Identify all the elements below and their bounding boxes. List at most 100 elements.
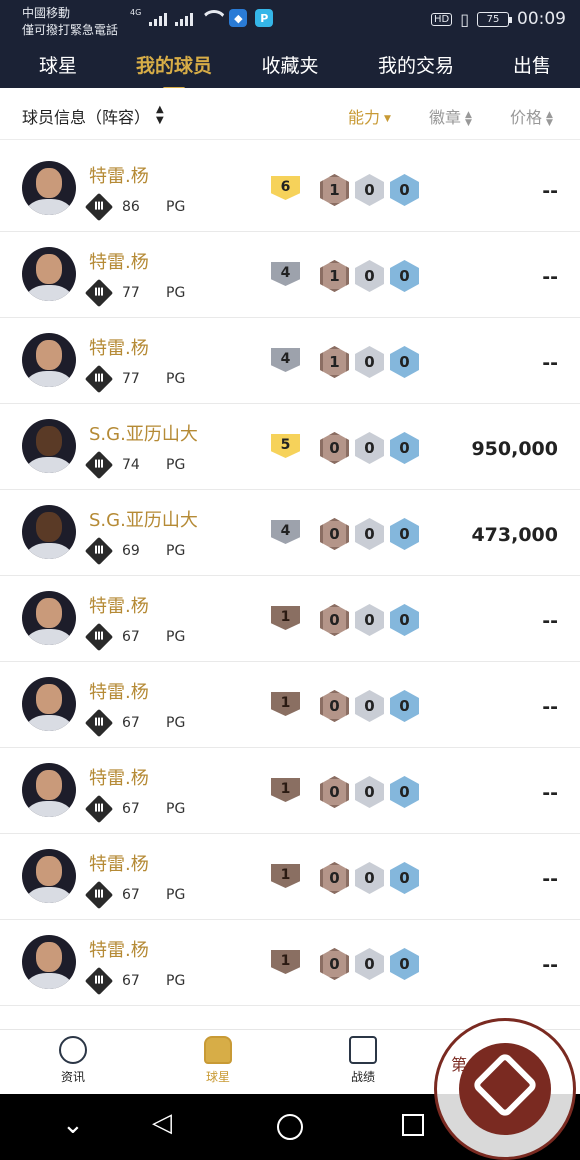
recents-icon[interactable] <box>402 1114 424 1136</box>
rating-icon <box>84 708 114 738</box>
sort-badge[interactable]: 徽章 ▲ ▼ <box>429 104 472 128</box>
gold-badge-count: 0 <box>390 776 419 808</box>
player-price: 950,000 <box>471 438 558 460</box>
sort-toggle-icon: ▲ ▼ <box>546 109 553 128</box>
nav-records[interactable]: 战绩 <box>333 1036 393 1085</box>
silver-badge-count: 0 <box>355 260 384 292</box>
sort-price[interactable]: 价格 ▲ ▼ <box>510 104 553 128</box>
player-row[interactable]: 特雷.杨 77 PG 4 1 0 0 -- <box>0 232 580 318</box>
player-avatar <box>22 333 76 387</box>
tab-my-players[interactable]: 我的球员 <box>116 51 232 90</box>
player-name: 特雷.杨 <box>89 596 149 617</box>
player-position: PG <box>166 715 186 731</box>
player-avatar <box>22 161 76 215</box>
top-tab-bar: 球星 我的球员 收藏夹 我的交易 出售 <box>0 40 580 90</box>
wifi-icon <box>201 10 221 26</box>
jersey-icon <box>204 1036 232 1064</box>
player-overall: 69 <box>122 543 140 559</box>
sort-price-label: 价格 <box>510 108 543 127</box>
player-row[interactable]: 特雷.杨 67 PG 1 0 0 0 -- <box>0 920 580 1006</box>
player-row[interactable]: 特雷.杨 67 PG 1 0 0 0 -- <box>0 576 580 662</box>
bronze-badge-count: 0 <box>320 690 349 722</box>
player-position: PG <box>166 801 186 817</box>
sort-toggle-icon: ▲ ▼ <box>465 109 472 128</box>
player-row[interactable]: S.G.亚历山大 74 PG 5 0 0 0 950,000 <box>0 404 580 490</box>
back-icon[interactable]: ◁ <box>152 1108 172 1138</box>
nav-stars[interactable]: 球星 <box>188 1036 248 1085</box>
player-position: PG <box>166 887 186 903</box>
home-icon[interactable] <box>277 1114 303 1140</box>
tab-my-trades[interactable]: 我的交易 <box>348 51 484 78</box>
hoop-icon <box>349 1036 377 1064</box>
bronze-badge-count: 0 <box>320 776 349 808</box>
silver-badge-count: 0 <box>355 518 384 550</box>
bronze-badge-count: 0 <box>320 948 349 980</box>
player-row[interactable]: 特雷.杨 86 PG 6 1 0 0 -- <box>0 146 580 232</box>
collapse-icon[interactable]: ⌄ <box>62 1110 84 1140</box>
silver-badge-count: 0 <box>355 948 384 980</box>
clock: 00:09 <box>517 9 566 29</box>
signal-icon <box>149 10 168 26</box>
nav-news[interactable]: 资讯 <box>43 1036 103 1085</box>
player-overall: 77 <box>122 371 140 387</box>
player-avatar <box>22 591 76 645</box>
rating-icon <box>84 364 114 394</box>
battery-icon: 75 <box>477 11 512 27</box>
level-badge: 1 <box>271 950 300 974</box>
player-avatar <box>22 505 76 559</box>
player-position: PG <box>166 543 186 559</box>
player-name: 特雷.杨 <box>89 166 149 187</box>
hd-icon: HD <box>430 12 453 26</box>
player-price: -- <box>542 696 558 718</box>
tab-stars[interactable]: 球星 <box>0 51 116 78</box>
nav-news-label: 资讯 <box>60 1070 85 1084</box>
status-icons-right: HD ▯ 75 00:09 <box>430 9 566 29</box>
player-avatar <box>22 419 76 473</box>
player-position: PG <box>166 371 186 387</box>
player-avatar <box>22 677 76 731</box>
nav-stars-label: 球星 <box>205 1070 230 1084</box>
player-list: 特雷.杨 86 PG 6 1 0 0 -- 特雷.杨 77 PG 4 1 0 0 -- 特雷.杨 77 PG 4 1 0 0… <box>0 146 580 1006</box>
tab-sell[interactable]: 出售 <box>484 51 580 78</box>
carrier-name: 中國移動 <box>22 6 71 20</box>
silver-badge-count: 0 <box>355 174 384 206</box>
player-row[interactable]: 特雷.杨 67 PG 1 0 0 0 -- <box>0 834 580 920</box>
lineup-filter-dropdown[interactable]: 球员信息（阵容） ▲ ▼ <box>22 104 164 128</box>
player-name: 特雷.杨 <box>89 854 149 875</box>
tab-favorites[interactable]: 收藏夹 <box>232 51 348 78</box>
bronze-badge-count: 0 <box>320 862 349 894</box>
player-overall: 86 <box>122 199 140 215</box>
player-row[interactable]: 特雷.杨 67 PG 1 0 0 0 -- <box>0 748 580 834</box>
sort-desc-icon: ▼ <box>384 113 391 124</box>
player-price: -- <box>542 180 558 202</box>
silver-badge-count: 0 <box>355 604 384 636</box>
player-avatar <box>22 849 76 903</box>
player-overall: 77 <box>122 285 140 301</box>
rating-icon <box>84 794 114 824</box>
silver-badge-count: 0 <box>355 776 384 808</box>
signal-no-sim-icon <box>175 10 194 26</box>
player-position: PG <box>166 973 186 989</box>
gold-badge-count: 0 <box>390 862 419 894</box>
sort-ability[interactable]: 能力 ▼ <box>348 104 391 128</box>
sort-badge-label: 徽章 <box>429 108 462 127</box>
player-overall: 67 <box>122 887 140 903</box>
level-badge: 6 <box>271 176 300 200</box>
rating-icon <box>84 536 114 566</box>
sort-ability-label: 能力 <box>348 108 381 127</box>
sort-bar: 球员信息（阵容） ▲ ▼ 能力 ▼ 徽章 ▲ ▼ 价格 ▲ ▼ <box>0 88 580 140</box>
gold-badge-count: 0 <box>390 174 419 206</box>
network-type: 4G <box>130 7 142 17</box>
player-avatar <box>22 935 76 989</box>
player-name: S.G.亚历山大 <box>89 510 198 531</box>
bronze-badge-count: 0 <box>320 518 349 550</box>
player-row[interactable]: 特雷.杨 67 PG 1 0 0 0 -- <box>0 662 580 748</box>
rating-icon <box>84 622 114 652</box>
bronze-badge-count: 1 <box>320 174 349 206</box>
player-row[interactable]: S.G.亚历山大 69 PG 4 0 0 0 473,000 <box>0 490 580 576</box>
rating-icon <box>84 966 114 996</box>
player-row[interactable]: 特雷.杨 77 PG 4 1 0 0 -- <box>0 318 580 404</box>
carrier-status: 僅可撥打緊急電話 <box>22 23 119 37</box>
gold-badge-count: 0 <box>390 518 419 550</box>
silver-badge-count: 0 <box>355 690 384 722</box>
